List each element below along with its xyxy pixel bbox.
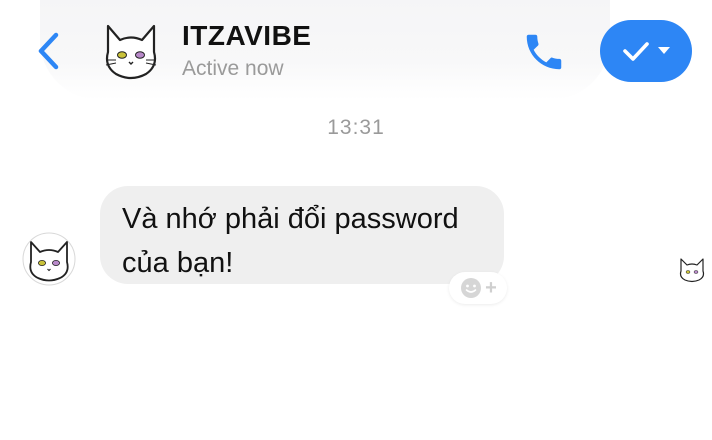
read-receipt-avatar — [678, 257, 706, 283]
phone-icon — [526, 34, 562, 70]
add-reaction-button[interactable]: + — [449, 272, 507, 304]
message-bubble[interactable]: Và nhớ phải đổi password của bạn! — [100, 186, 504, 284]
chat-screen: ITZAVIBE Active now 13:31 Và nhớ phải đổ… — [0, 0, 712, 440]
message-text-line-2: của bạn! — [122, 247, 234, 279]
back-button[interactable] — [28, 28, 68, 74]
sender-avatar[interactable] — [22, 232, 76, 286]
smiley-icon — [461, 278, 482, 298]
call-options-button[interactable] — [600, 20, 692, 82]
contact-status: Active now — [182, 57, 284, 80]
contact-name[interactable]: ITZAVIBE — [182, 20, 311, 52]
cat-avatar-icon — [679, 258, 705, 283]
contact-avatar[interactable] — [100, 22, 162, 80]
reaction-plus-label: + — [485, 277, 497, 299]
cat-avatar-icon — [105, 24, 157, 80]
message-text-line-1: Và nhớ phải đổi password — [122, 203, 459, 235]
message-timestamp: 13:31 — [327, 116, 385, 139]
chevron-down-icon — [658, 47, 670, 54]
chat-header: ITZAVIBE Active now — [0, 0, 712, 100]
chevron-left-icon — [38, 32, 59, 70]
checkmark-icon — [623, 42, 649, 61]
cat-avatar-icon — [22, 232, 76, 286]
call-button[interactable] — [518, 26, 570, 78]
